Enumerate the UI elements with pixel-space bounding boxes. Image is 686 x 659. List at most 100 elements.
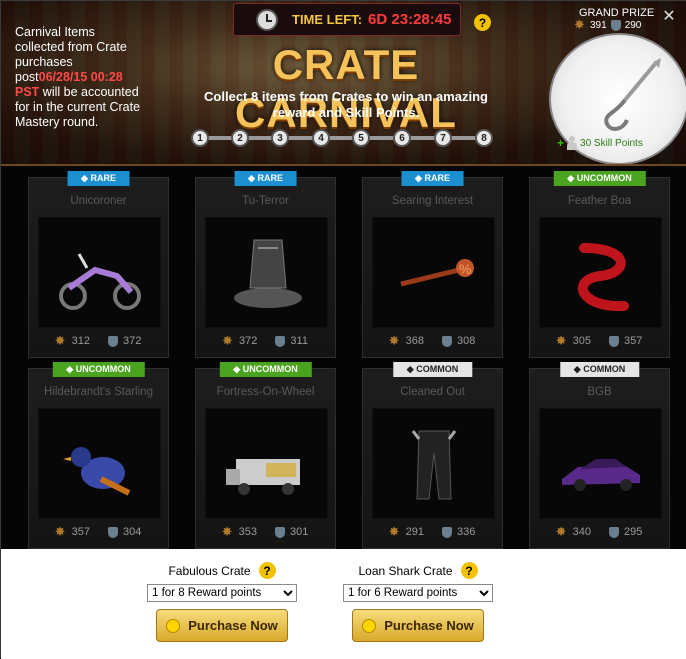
defense-icon bbox=[442, 335, 452, 347]
crate-quantity-select[interactable]: 1 for 6 Reward points bbox=[343, 584, 493, 602]
item-name: Cleaned Out bbox=[400, 386, 465, 398]
defense-stat: 301 bbox=[275, 526, 308, 538]
feather-boa-icon bbox=[539, 217, 662, 328]
item-card[interactable]: ◆ RARE Unicoroner 312 372 bbox=[28, 171, 169, 358]
progress-step: 6 bbox=[393, 129, 411, 147]
help-icon[interactable]: ? bbox=[258, 562, 276, 579]
rarity-badge: ◆ UNCOMMON bbox=[219, 362, 312, 377]
rarity-label: RARE bbox=[424, 173, 450, 183]
progress-step: 1 bbox=[191, 129, 209, 147]
rarity-badge: ◆ RARE bbox=[234, 171, 297, 186]
crate-quantity-select[interactable]: 1 for 8 Reward points bbox=[147, 584, 297, 602]
rarity-badge: ◆ RARE bbox=[401, 171, 464, 186]
crate-title: Loan Shark Crate ? bbox=[343, 562, 493, 579]
attack-value: 291 bbox=[405, 526, 424, 538]
defense-icon bbox=[610, 20, 621, 31]
rarity-label: RARE bbox=[257, 173, 283, 183]
defense-stat: 357 bbox=[609, 335, 642, 347]
progress-step: 5 bbox=[352, 129, 370, 147]
item-card[interactable]: ◆ UNCOMMON Hildebrandt's Starling 357 304 bbox=[28, 362, 169, 549]
item-card[interactable]: ◆ COMMON Cleaned Out 291 336 bbox=[362, 362, 503, 549]
grand-prize-stats: 391 290 bbox=[574, 17, 641, 33]
item-card[interactable]: ◆ RARE Tu-Terror 372 311 bbox=[195, 171, 336, 358]
item-card[interactable]: ◆ COMMON BGB 340 295 bbox=[529, 362, 670, 549]
item-card[interactable]: ◆ UNCOMMON Feather Boa 305 357 bbox=[529, 171, 670, 358]
progress-step: 4 bbox=[312, 129, 330, 147]
timer-value: 6D 23:28:45 bbox=[368, 11, 452, 28]
defense-icon bbox=[275, 335, 286, 347]
skill-points-label: 30 Skill Points bbox=[580, 137, 643, 149]
defense-stat: 372 bbox=[108, 335, 141, 347]
attack-stat: 353 bbox=[222, 524, 257, 540]
truck-icon bbox=[205, 408, 328, 519]
progress-step: 8 bbox=[475, 129, 493, 147]
progress-steps: 1 2 3 4 5 6 7 8 bbox=[191, 129, 497, 147]
grand-prize-attack: 391 bbox=[590, 20, 607, 31]
bird-icon bbox=[38, 408, 161, 519]
pants-icon bbox=[372, 408, 495, 519]
attack-stat: 340 bbox=[556, 524, 591, 540]
car-icon bbox=[539, 408, 662, 519]
defense-icon bbox=[108, 335, 118, 347]
rarity-badge: ◆ RARE bbox=[67, 171, 130, 186]
item-name: BGB bbox=[587, 386, 612, 398]
rarity-badge: ◆ COMMON bbox=[392, 362, 473, 377]
crate-fabulous: Fabulous Crate ? 1 for 8 Reward points P… bbox=[147, 549, 297, 642]
rarity-label: UNCOMMON bbox=[242, 364, 298, 374]
attack-stat: 368 bbox=[389, 333, 424, 349]
rarity-label: COMMON bbox=[583, 364, 626, 374]
attack-stat: 357 bbox=[55, 524, 90, 540]
timer-box: TIME LEFT: 6D 23:28:45 bbox=[233, 3, 461, 36]
defense-stat: 336 bbox=[442, 526, 475, 538]
defense-value: 308 bbox=[457, 335, 476, 347]
attack-icon bbox=[556, 333, 568, 349]
help-icon[interactable]: ? bbox=[460, 562, 478, 579]
item-card[interactable]: ◆ UNCOMMON Fortress-On-Wheel 353 301 bbox=[195, 362, 336, 549]
attack-value: 312 bbox=[71, 335, 90, 347]
rarity-label: COMMON bbox=[416, 364, 459, 374]
crate-title: Fabulous Crate ? bbox=[147, 562, 297, 579]
progress-step: 2 bbox=[231, 129, 249, 147]
item-stats: 357 304 bbox=[29, 524, 168, 540]
attack-value: 372 bbox=[239, 335, 258, 347]
item-stats: 312 372 bbox=[29, 333, 168, 349]
rarity-label: UNCOMMON bbox=[576, 173, 632, 183]
item-stats: 291 336 bbox=[363, 524, 502, 540]
svg-text:%: % bbox=[459, 261, 471, 277]
item-name: Hildebrandt's Starling bbox=[44, 386, 153, 398]
attack-icon bbox=[222, 524, 234, 540]
hook-icon bbox=[604, 58, 661, 131]
attack-icon bbox=[55, 524, 67, 540]
attack-value: 357 bbox=[71, 526, 90, 538]
rarity-label: UNCOMMON bbox=[75, 364, 131, 374]
defense-value: 372 bbox=[123, 335, 142, 347]
subtitle: Collect 8 items from Crates to win an am… bbox=[204, 89, 488, 120]
timer-label: TIME LEFT: bbox=[292, 12, 363, 27]
branding-iron-icon: % bbox=[372, 217, 495, 328]
defense-stat: 311 bbox=[275, 335, 308, 347]
purchase-now-button[interactable]: Purchase Now bbox=[352, 609, 484, 642]
defense-icon bbox=[275, 526, 285, 538]
defense-value: 295 bbox=[624, 526, 643, 538]
footer: Fabulous Crate ? 1 for 8 Reward points P… bbox=[1, 549, 686, 659]
item-name: Searing Interest bbox=[391, 195, 474, 207]
grand-prize-label: GRAND PRIZE bbox=[579, 7, 655, 19]
close-icon[interactable]: ✕ bbox=[661, 9, 677, 25]
attack-icon bbox=[574, 17, 586, 33]
defense-icon bbox=[609, 526, 619, 538]
crate-title-text: Loan Shark Crate bbox=[358, 563, 453, 578]
attack-value: 305 bbox=[572, 335, 591, 347]
defense-stat: 308 bbox=[442, 335, 475, 347]
attack-icon bbox=[389, 524, 401, 540]
defense-value: 304 bbox=[123, 526, 142, 538]
help-icon[interactable]: ? bbox=[474, 14, 491, 31]
attack-stat: 372 bbox=[222, 333, 258, 349]
item-card[interactable]: ◆ RARE Searing Interest% 368 308 bbox=[362, 171, 503, 358]
purchase-button-label: Purchase Now bbox=[188, 618, 278, 633]
item-stats: 353 301 bbox=[196, 524, 335, 540]
attack-value: 353 bbox=[238, 526, 257, 538]
progress-step: 7 bbox=[434, 129, 452, 147]
purchase-now-button[interactable]: Purchase Now bbox=[156, 609, 288, 642]
crate-notice: Carnival Items collected from Crate purc… bbox=[15, 25, 145, 130]
defense-value: 311 bbox=[290, 335, 308, 347]
